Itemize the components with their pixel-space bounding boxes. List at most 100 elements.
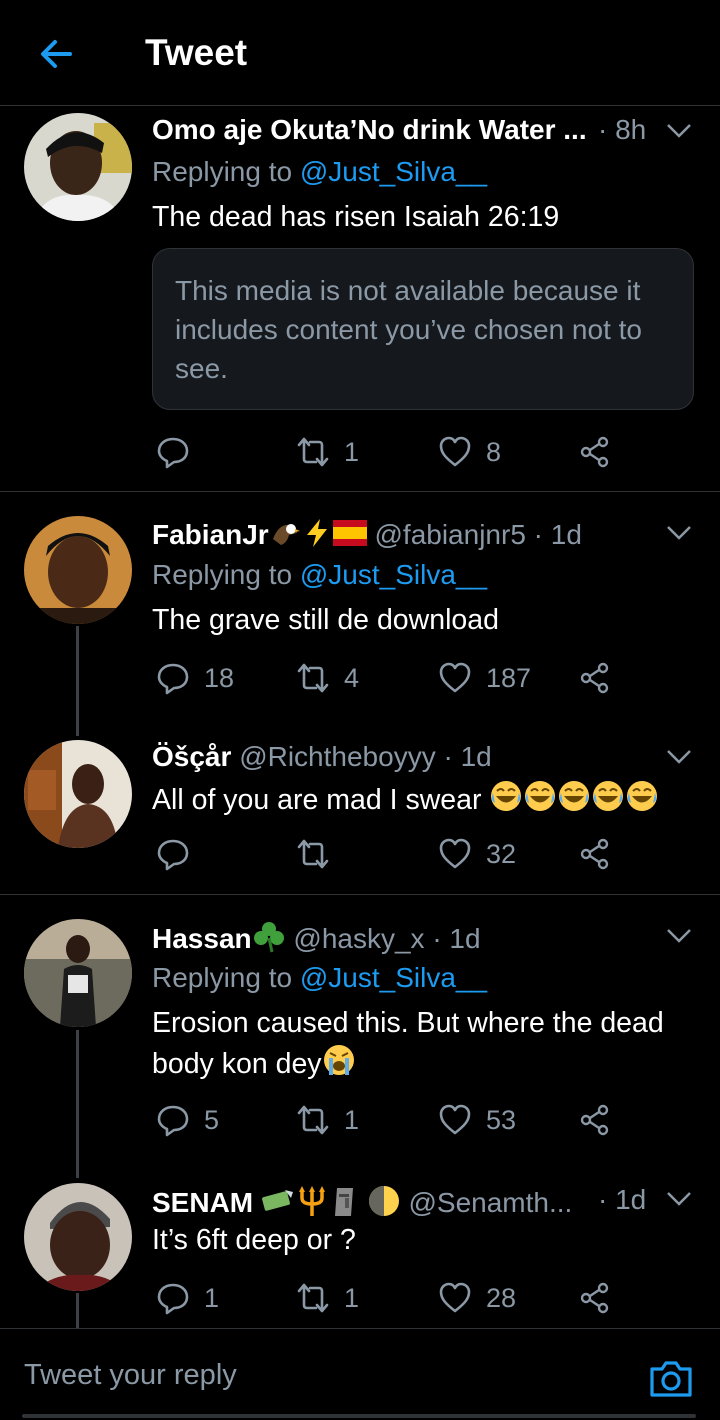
sensitive-media-notice[interactable]: This media is not available because it i…	[152, 248, 694, 410]
heart-icon	[439, 436, 471, 467]
tweet-actions: 1 1 28	[152, 1278, 712, 1318]
home-indicator	[22, 1414, 696, 1418]
like-count: 187	[486, 662, 532, 693]
like-count: 28	[486, 1282, 517, 1313]
retweet-button[interactable]: 4	[296, 658, 359, 698]
like-button[interactable]: 8	[438, 432, 501, 472]
retweet-button[interactable]	[296, 834, 344, 874]
reply-button[interactable]: 5	[156, 1100, 219, 1140]
trident-emoji	[295, 1184, 329, 1224]
avatar[interactable]	[24, 1183, 132, 1291]
avatar[interactable]	[24, 740, 132, 848]
user-handle[interactable]: @Senamth...	[408, 1187, 572, 1218]
camera-icon[interactable]	[648, 1357, 694, 1399]
chevron-down-icon[interactable]	[666, 927, 692, 945]
divider	[0, 894, 720, 895]
reply-icon	[157, 437, 189, 469]
share-button[interactable]	[578, 658, 612, 698]
laughing-emoji	[591, 779, 625, 824]
heart-icon	[439, 662, 471, 693]
share-icon	[580, 1104, 609, 1136]
reply-button[interactable]	[156, 834, 204, 874]
reply-bar: Tweet your reply	[0, 1328, 720, 1420]
timestamp[interactable]: · 1d	[443, 741, 491, 772]
retweet-button[interactable]: 1	[296, 432, 359, 472]
retweet-button[interactable]: 1	[296, 1278, 359, 1318]
user-handle[interactable]: @Richtheboyyy	[239, 741, 436, 772]
mention-link[interactable]: @Just_Silva__	[300, 156, 487, 187]
replying-to: Replying to @Just_Silva__	[152, 156, 488, 187]
reply-button[interactable]: 18	[156, 658, 234, 698]
tweet-text: It’s 6ft deep or ?	[152, 1224, 356, 1256]
heart-icon	[439, 838, 471, 869]
share-icon	[580, 436, 609, 468]
display-name[interactable]: FabianJr	[152, 519, 269, 550]
reply-button[interactable]: 1	[156, 1278, 219, 1318]
like-count: 32	[486, 838, 517, 869]
top-bar: Tweet	[0, 0, 720, 106]
timestamp[interactable]: · 8h	[598, 114, 646, 146]
share-button[interactable]	[578, 834, 612, 874]
laughing-emoji	[523, 779, 557, 824]
like-button[interactable]: 28	[438, 1278, 516, 1318]
reply-icon	[157, 663, 189, 695]
chevron-down-icon[interactable]	[666, 524, 692, 542]
avatar[interactable]	[24, 919, 132, 1027]
replying-to: Replying to @Just_Silva__	[152, 962, 488, 993]
like-button[interactable]: 32	[438, 834, 516, 874]
thread-line	[76, 1030, 79, 1178]
retweet-icon	[297, 839, 329, 869]
tweet-header: Öšçår @Richtheboyyy · 1d	[152, 741, 662, 781]
timestamp[interactable]: · 1d	[598, 1184, 646, 1216]
tweet-text: All of you are mad I swear	[152, 784, 482, 817]
tweet-text: The dead has risen Isaiah 26:19	[152, 201, 560, 233]
tweet-actions: 18 4 187	[152, 658, 712, 698]
share-icon	[580, 662, 609, 694]
laughing-emoji	[625, 779, 659, 824]
display-name[interactable]: Hassan	[152, 923, 252, 954]
retweet-button[interactable]: 1	[296, 1100, 359, 1140]
like-count: 53	[486, 1104, 517, 1135]
retweet-count: 4	[344, 662, 360, 693]
mention-link[interactable]: @Just_Silva__	[300, 962, 487, 993]
timestamp[interactable]: · 1d	[534, 519, 582, 550]
reply-icon	[157, 1283, 189, 1315]
lightning-emoji	[301, 517, 333, 556]
like-button[interactable]: 187	[438, 658, 531, 698]
moai-emoji	[329, 1184, 359, 1224]
user-handle[interactable]: @fabianjnr5	[374, 519, 525, 550]
timestamp[interactable]: · 1d	[432, 923, 480, 954]
tweet-header: Hassan @hasky_x · 1d	[152, 920, 662, 960]
like-button[interactable]: 53	[438, 1100, 516, 1140]
like-count: 8	[486, 436, 502, 467]
avatar[interactable]	[24, 516, 132, 624]
share-button[interactable]	[578, 1100, 612, 1140]
chevron-down-icon[interactable]	[666, 748, 692, 766]
tweet-text-row: All of you are mad I swear	[152, 779, 712, 824]
share-button[interactable]	[578, 1278, 612, 1318]
tweet-actions: 1 8	[152, 432, 712, 472]
retweet-count: 1	[344, 436, 360, 467]
avatar[interactable]	[24, 113, 132, 221]
reply-count: 1	[204, 1282, 220, 1313]
display-name[interactable]: Öšçår	[152, 741, 231, 772]
laughing-emoji	[557, 779, 591, 824]
display-name[interactable]: SENAM	[152, 1187, 253, 1218]
chevron-down-icon[interactable]	[666, 1190, 692, 1208]
display-name[interactable]: Omo aje Okuta’No drink Water ...	[152, 114, 587, 145]
eagle-emoji	[269, 517, 301, 556]
share-button[interactable]	[578, 432, 612, 472]
tweet-text-line: Erosion caused this. But where the dead	[152, 1007, 664, 1039]
reply-input[interactable]: Tweet your reply	[24, 1359, 237, 1392]
mention-link[interactable]: @Just_Silva__	[300, 559, 487, 590]
user-handle[interactable]: @hasky_x	[293, 923, 424, 954]
chevron-down-icon[interactable]	[666, 122, 692, 140]
back-arrow-icon[interactable]	[36, 34, 76, 74]
spain-flag-emoji	[332, 520, 367, 553]
share-icon	[580, 1282, 609, 1314]
share-icon	[580, 838, 609, 870]
thread-line	[76, 626, 79, 736]
retweet-count: 1	[344, 1104, 360, 1135]
reply-button[interactable]	[156, 432, 204, 472]
tweet-actions: 5 1 53	[152, 1100, 712, 1140]
